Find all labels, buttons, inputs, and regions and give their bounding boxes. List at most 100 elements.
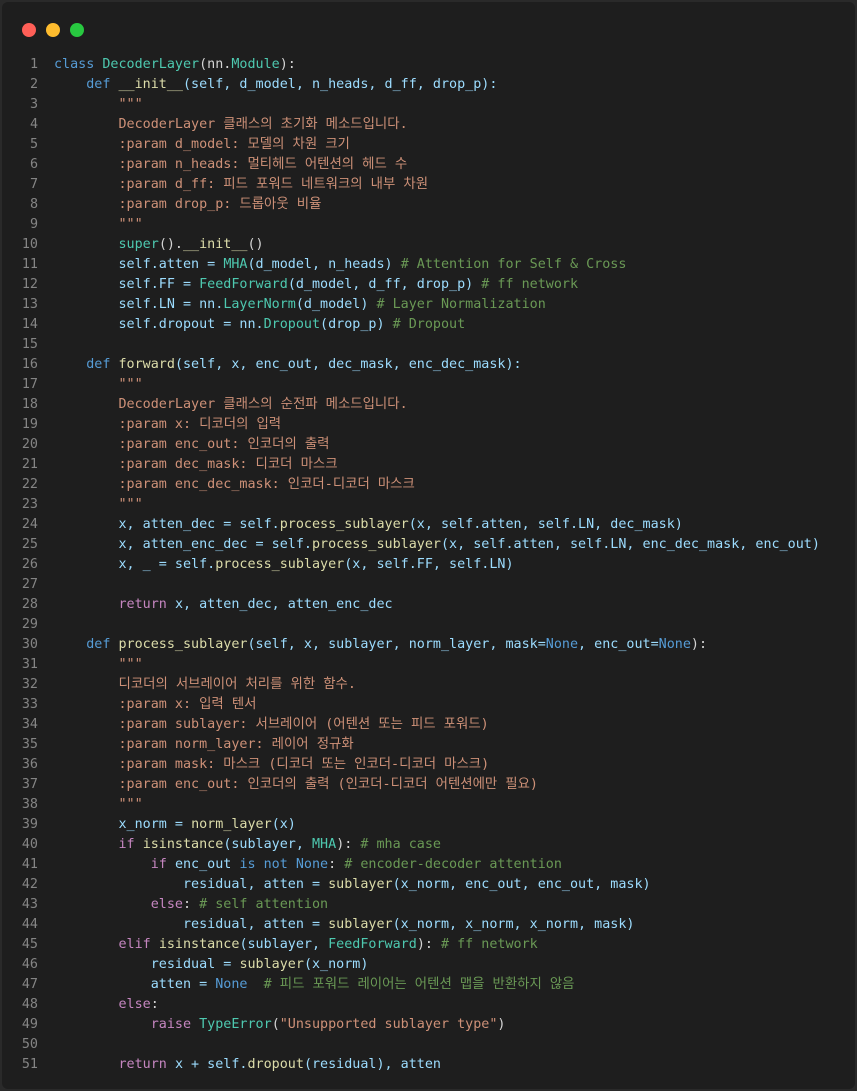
code-block[interactable]: 1 class DecoderLayer(nn.Module): 2 def __i…: [2, 55, 855, 1075]
code-token: dropout: [247, 1057, 304, 1072]
code-line: 23 """: [2, 495, 855, 515]
code-token: :param d_ff: 피드 포워드 네트워크의 내부 차원: [54, 177, 429, 192]
line-number: 18: [21, 397, 38, 412]
code-token: self.LN = nn.: [54, 297, 224, 312]
line-number: 33: [21, 697, 38, 712]
code-token: FeedForward: [199, 277, 288, 292]
line-source: self.LN = nn.LayerNorm(d_model) # Layer …: [54, 295, 545, 315]
line-number: 22: [21, 477, 38, 492]
code-window: 1 class DecoderLayer(nn.Module): 2 def __i…: [2, 2, 855, 1089]
line-source: DecoderLayer 클래스의 초기화 메소드입니다.: [54, 115, 408, 135]
code-line: 42 residual, atten = sublayer(x_norm, en…: [2, 875, 855, 895]
code-line: 2 def __init__(self, d_model, n_heads, d…: [2, 75, 855, 95]
line-source: """: [54, 375, 142, 395]
code-token: def: [86, 357, 119, 372]
line-source: residual, atten = sublayer(x_norm, x_nor…: [54, 915, 634, 935]
line-source: x_norm = norm_layer(x): [54, 815, 295, 835]
code-line: 36 :param mask: 마스크 (디코더 또는 인코더-디코더 마스크): [2, 755, 855, 775]
maximize-window-button[interactable]: [70, 23, 84, 37]
line-number: 41: [21, 857, 38, 872]
code-token: if: [118, 837, 143, 852]
line-source: else: # self attention: [54, 895, 328, 915]
code-token: (d_model, d_ff, drop_p): [287, 277, 482, 292]
code-token: __init__: [118, 77, 184, 92]
line-number: 32: [21, 677, 38, 692]
line-number: 21: [21, 457, 38, 472]
line-source: """: [54, 795, 143, 815]
close-window-button[interactable]: [22, 23, 36, 37]
line-source: 디코더의 서브레이어 처리를 위한 함수.: [54, 675, 355, 695]
line-source: def __init__(self, d_model, n_heads, d_f…: [54, 75, 497, 95]
code-token: return: [118, 597, 175, 612]
minimize-window-button[interactable]: [46, 23, 60, 37]
code-token: DecoderLayer: [102, 57, 200, 72]
code-token: :: [183, 897, 200, 912]
line-number: 44: [21, 917, 38, 932]
code-token: residual, atten =: [54, 917, 329, 932]
line-number: 4: [29, 117, 38, 132]
line-source: class DecoderLayer(nn.Module):: [54, 55, 296, 75]
code-line: 51 return x + self.dropout(residual), at…: [2, 1055, 855, 1075]
code-line: 50: [2, 1035, 855, 1055]
code-line: 29: [2, 615, 855, 635]
code-token: sublayer: [239, 957, 304, 972]
code-token: (x, self.atten, self.LN, dec_mask): [408, 517, 683, 532]
line-number: 48: [21, 997, 38, 1012]
code-token: """: [54, 797, 143, 812]
code-token: x + self.: [174, 1057, 248, 1072]
code-token: """: [54, 217, 143, 232]
code-token: TypeError: [199, 1017, 272, 1032]
code-token: (drop_p): [320, 317, 393, 332]
code-line: 34 :param sublayer: 서브레이어 (어텐션 또는 피드 포워드…: [2, 715, 855, 735]
code-token: :param n_heads: 멀티헤드 어텐션의 헤드 수: [54, 157, 408, 172]
code-line: 15: [2, 335, 855, 355]
line-source: :param sublayer: 서브레이어 (어텐션 또는 피드 포워드): [54, 715, 488, 735]
code-token: (residual), atten: [303, 1057, 441, 1072]
code-token: :param norm_layer: 레이어 정규화: [54, 737, 354, 752]
code-token: # ff network: [481, 277, 579, 292]
code-token: ):: [416, 937, 441, 952]
line-source: self.FF = FeedForward(d_model, d_ff, dro…: [54, 275, 578, 295]
code-token: is not None: [239, 857, 329, 872]
code-token: :: [328, 857, 345, 872]
code-token: # mha case: [360, 837, 441, 852]
code-token: def: [86, 637, 119, 652]
code-line: 21 :param dec_mask: 디코더 마스크: [2, 455, 855, 475]
code-line: 41 if enc_out is not None: # encoder-dec…: [2, 855, 855, 875]
code-token: (sublayer,: [223, 837, 312, 852]
code-line: 46 residual = sublayer(x_norm): [2, 955, 855, 975]
code-token: elif: [118, 937, 159, 952]
line-number: 43: [21, 897, 38, 912]
code-token: self.dropout = nn.: [54, 317, 264, 332]
code-token: (nn.: [199, 57, 232, 72]
code-line: 44 residual, atten = sublayer(x_norm, x_…: [2, 915, 855, 935]
code-token: self.FF =: [54, 277, 200, 292]
line-number: 42: [21, 877, 38, 892]
line-source: :param drop_p: 드롭아웃 비율: [54, 195, 321, 215]
code-line: 18 DecoderLayer 클래스의 순전파 메소드입니다.: [2, 395, 855, 415]
code-token: MHA: [223, 257, 248, 272]
code-token: x, atten_dec = self.: [54, 517, 280, 532]
code-line: 20 :param enc_out: 인코더의 출력: [2, 435, 855, 455]
code-token: x, atten_enc_dec = self.: [54, 537, 312, 552]
line-number: 13: [21, 297, 38, 312]
line-number: 5: [29, 137, 38, 152]
code-token: (): [247, 237, 264, 252]
code-token: :param enc_out: 인코더의 출력: [54, 437, 330, 452]
line-source: residual, atten = sublayer(x_norm, enc_o…: [54, 875, 651, 895]
line-number: 2: [29, 77, 38, 92]
line-number: 39: [21, 817, 38, 832]
code-token: raise: [150, 1017, 200, 1032]
line-number: 31: [21, 657, 38, 672]
code-line: 31 """: [2, 655, 855, 675]
code-token: DecoderLayer 클래스의 초기화 메소드입니다.: [54, 117, 408, 132]
line-source: :param dec_mask: 디코더 마스크: [54, 455, 337, 475]
line-number: 35: [21, 737, 38, 752]
code-line: 39 x_norm = norm_layer(x): [2, 815, 855, 835]
line-source: """: [54, 495, 142, 515]
code-token: ):: [690, 637, 708, 652]
line-number: 36: [21, 757, 38, 772]
line-number: 14: [21, 317, 38, 332]
